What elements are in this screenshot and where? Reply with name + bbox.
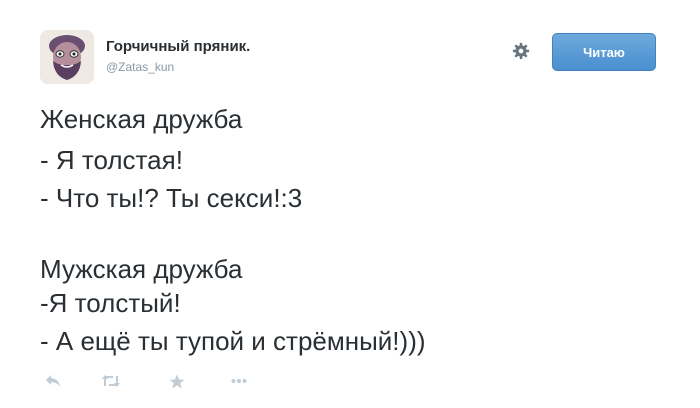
settings-gear-button[interactable] [510,40,532,62]
tweet-text-line-4: Мужская дружба [40,254,243,284]
tweet-text-line-3: - Что ты!? Ты секси!:3 [40,183,303,213]
reply-button[interactable] [42,372,64,390]
tweet-text-line-6: - А ещё ты тупой и стрёмный!))) [40,326,426,356]
reply-icon [46,375,60,387]
retweet-button[interactable] [100,372,122,390]
follow-button[interactable]: Читаю [552,33,656,71]
favorite-button[interactable] [166,372,188,390]
tweet-text-line-2: - Я толстая! [40,145,183,175]
gear-icon [512,42,530,60]
more-icon [231,379,247,383]
bearded-avatar-icon [40,30,94,84]
tweet-text-line-5: -Я толстый! [40,288,181,318]
star-icon [169,374,185,388]
retweet-icon [102,375,120,387]
avatar[interactable] [40,30,94,84]
user-handle[interactable]: @Zatas_kun [106,60,174,74]
tweet-text-line-1: Женская дружба [40,104,243,134]
tweet-card: Горчичный пряник. @Zatas_kun Читаю Женск… [0,0,700,408]
user-display-name[interactable]: Горчичный пряник. [106,38,250,55]
more-button[interactable] [228,372,250,390]
